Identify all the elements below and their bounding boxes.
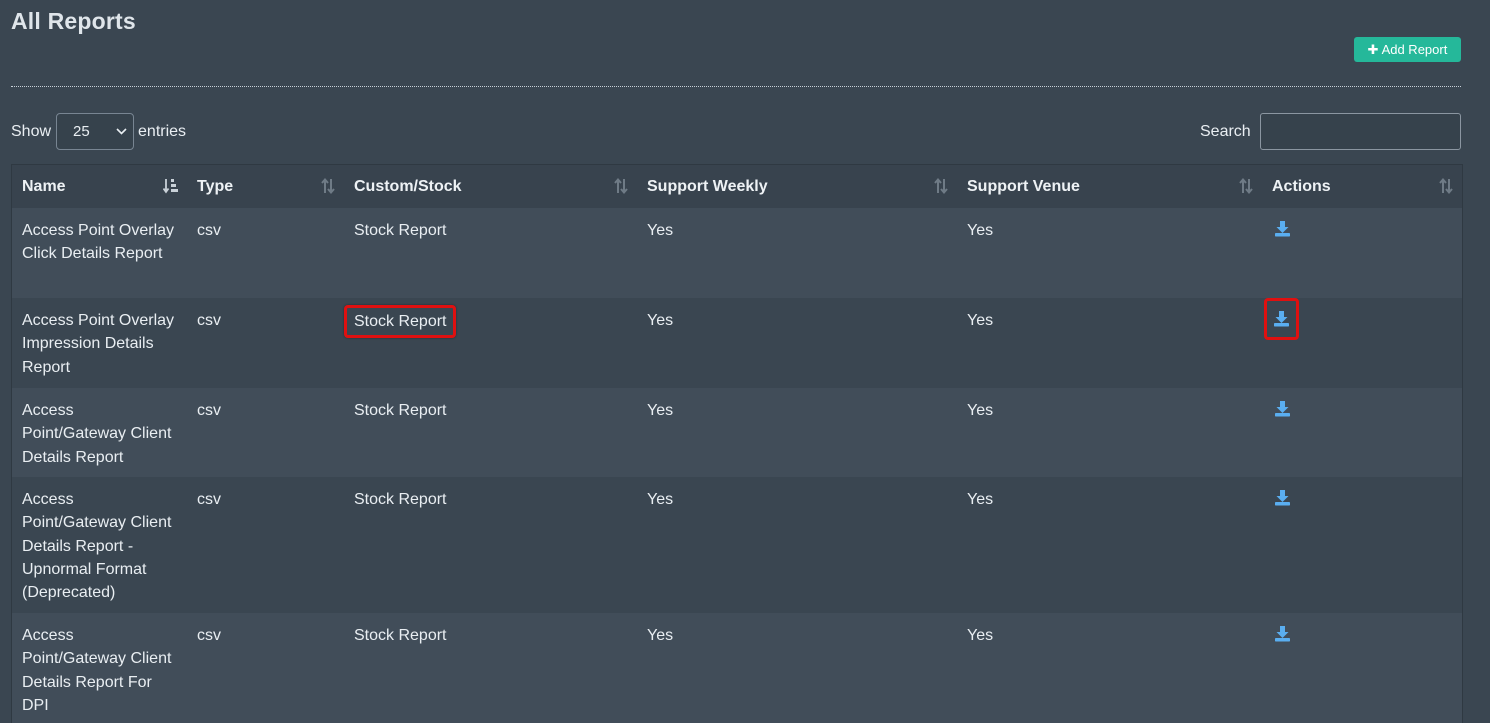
cell-support-weekly: Yes [637, 298, 957, 388]
sort-icon [1439, 177, 1453, 195]
cell-type: csv [187, 477, 344, 613]
cell-custom-stock: Stock Report [344, 477, 637, 613]
cell-support-weekly: Yes [637, 613, 957, 723]
cell-support-weekly: Yes [637, 208, 957, 298]
reports-table: Name Type Custom/Stock Support Weekly Su… [11, 164, 1463, 723]
column-header-label: Support Weekly [647, 177, 768, 195]
column-header-label: Type [197, 177, 234, 195]
table-header-row: Name Type Custom/Stock Support Weekly Su… [12, 165, 1462, 208]
search-label: Search [1200, 123, 1251, 140]
download-icon[interactable] [1274, 489, 1291, 506]
cell-actions [1262, 613, 1462, 723]
sort-asc-icon [163, 179, 178, 194]
cell-actions [1262, 298, 1462, 388]
column-header-support-weekly[interactable]: Support Weekly [637, 165, 957, 208]
cell-name: Access Point Overlay Impression Details … [12, 298, 187, 388]
cell-support-venue: Yes [957, 613, 1262, 723]
column-header-label: Name [22, 177, 66, 195]
table-row: Access Point Overlay Impression Details … [12, 298, 1462, 388]
column-header-type[interactable]: Type [187, 165, 344, 208]
column-header-label: Support Venue [967, 177, 1080, 195]
cell-name: Access Point Overlay Click Details Repor… [12, 208, 187, 298]
table-row: Access Point/Gateway Client Details Repo… [12, 613, 1462, 723]
chevron-down-icon [116, 126, 127, 138]
column-header-name[interactable]: Name [12, 165, 187, 208]
add-report-label: Add Report [1381, 42, 1448, 57]
sort-icon [934, 177, 948, 195]
column-header-label: Actions [1272, 177, 1331, 195]
table-row: Access Point/Gateway Client Details Repo… [12, 388, 1462, 477]
highlighted-download-button[interactable] [1264, 298, 1299, 340]
length-menu: Show 25 entries [11, 113, 186, 150]
cell-custom-stock: Stock Report [344, 388, 637, 477]
column-header-custom-stock[interactable]: Custom/Stock [344, 165, 637, 208]
column-header-support-venue[interactable]: Support Venue [957, 165, 1262, 208]
column-header-label: Custom/Stock [354, 177, 462, 195]
cell-name: Access Point/Gateway Client Details Repo… [12, 388, 187, 477]
page-title: All Reports [11, 8, 136, 34]
cell-type: csv [187, 208, 344, 298]
cell-custom-stock: Stock Report [344, 208, 637, 298]
add-report-button[interactable]: ✚ Add Report [1354, 37, 1461, 62]
cell-type: csv [187, 298, 344, 388]
download-icon[interactable] [1274, 400, 1291, 417]
download-icon[interactable] [1273, 310, 1290, 327]
download-icon[interactable] [1274, 625, 1291, 642]
sort-icon [321, 177, 335, 195]
column-header-actions[interactable]: Actions [1262, 165, 1462, 208]
entries-select-value: 25 [73, 123, 90, 140]
cell-support-venue: Yes [957, 388, 1262, 477]
search-input[interactable] [1260, 113, 1461, 150]
cell-custom-stock: Stock Report [344, 613, 637, 723]
cell-custom-stock: Stock Report [344, 298, 637, 388]
highlighted-stock-report: Stock Report [344, 305, 457, 338]
cell-support-weekly: Yes [637, 477, 957, 613]
entries-label: entries [138, 122, 187, 140]
show-label: Show [11, 122, 52, 140]
cell-actions [1262, 208, 1462, 298]
download-icon[interactable] [1274, 220, 1291, 237]
entries-select[interactable]: 25 [56, 113, 135, 150]
cell-support-venue: Yes [957, 208, 1262, 298]
sort-icon [1239, 177, 1253, 195]
cell-support-venue: Yes [957, 298, 1262, 388]
cell-name: Access Point/Gateway Client Details Repo… [12, 613, 187, 723]
divider [11, 86, 1461, 87]
cell-actions [1262, 477, 1462, 613]
cell-support-weekly: Yes [637, 388, 957, 477]
plus-icon: ✚ [1367, 42, 1379, 57]
cell-actions [1262, 388, 1462, 477]
table-row: Access Point Overlay Click Details Repor… [12, 208, 1462, 298]
cell-type: csv [187, 613, 344, 723]
table-row: Access Point/Gateway Client Details Repo… [12, 477, 1462, 613]
cell-support-venue: Yes [957, 477, 1262, 613]
sort-icon [614, 177, 628, 195]
cell-type: csv [187, 388, 344, 477]
cell-name: Access Point/Gateway Client Details Repo… [12, 477, 187, 613]
